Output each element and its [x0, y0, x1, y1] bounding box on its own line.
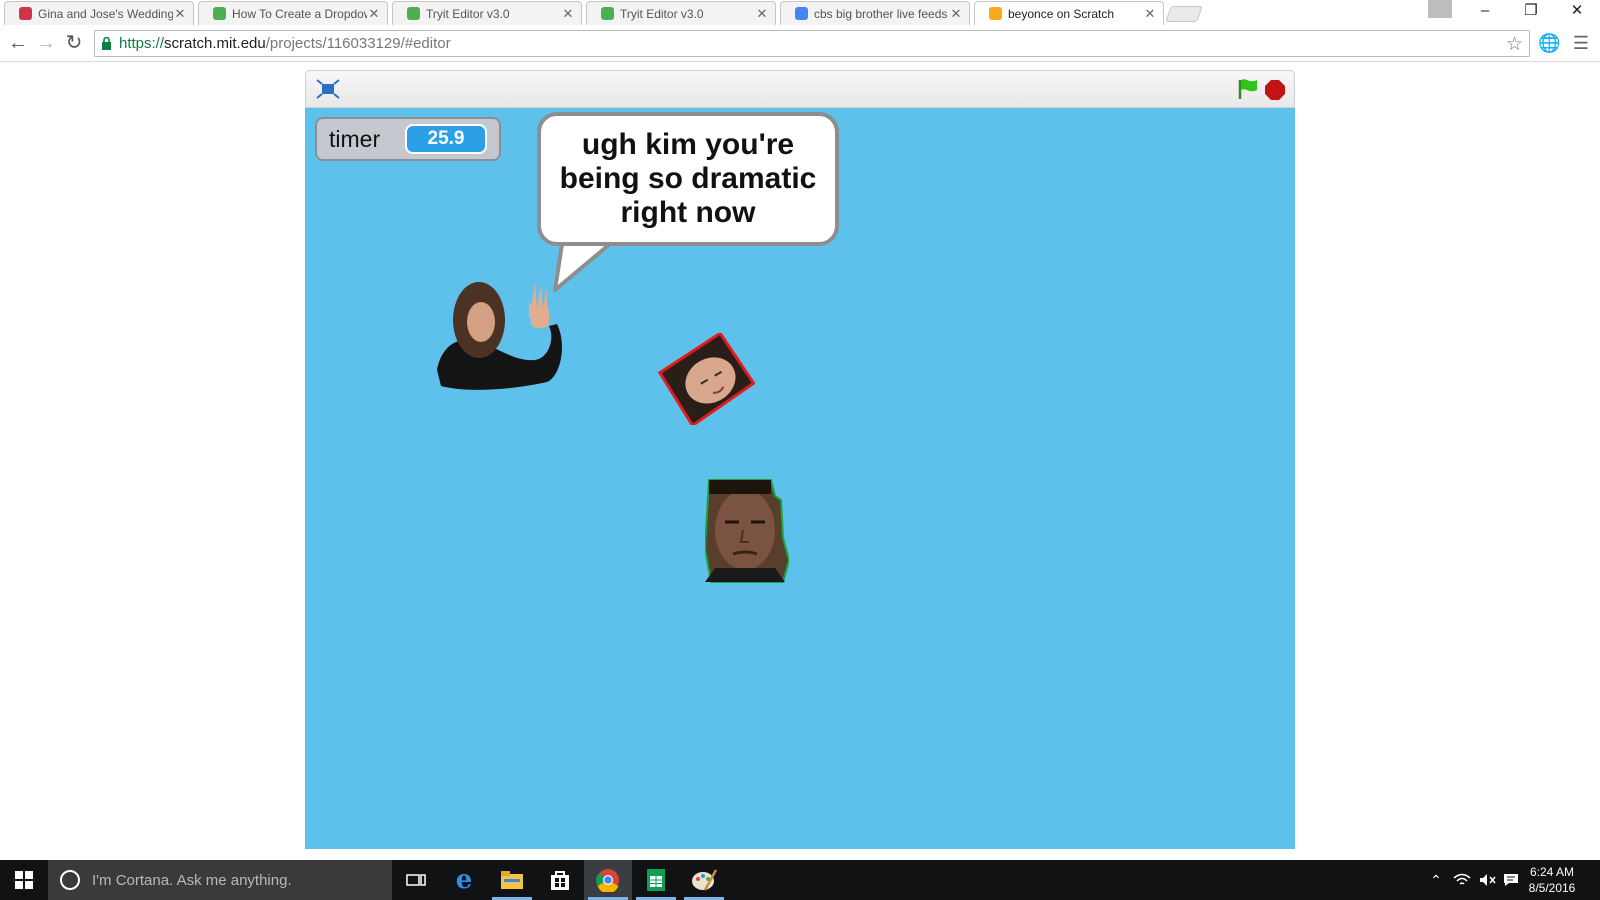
w3-icon	[213, 7, 226, 20]
minimize-button[interactable]: –	[1462, 0, 1508, 24]
browser-toolbar: ← → ↻ https://scratch.mit.edu/projects/1…	[0, 26, 1600, 62]
kanye-head-sprite[interactable]	[705, 478, 789, 584]
browser-tab[interactable]: Tryit Editor v3.0 ✕	[586, 1, 776, 25]
stage[interactable]: timer 25.9 ugh kim you're being so drama…	[305, 108, 1295, 849]
woman-waving-sprite[interactable]	[431, 278, 563, 396]
tab-title: beyonce on Scratch	[1008, 6, 1115, 21]
lock-icon	[102, 37, 111, 50]
monitor-label: timer	[329, 125, 381, 152]
forward-button[interactable]: →	[34, 32, 58, 56]
heart-icon	[19, 7, 32, 20]
variable-monitor: timer 25.9	[315, 117, 501, 161]
cortana-search-box[interactable]: I'm Cortana. Ask me anything.	[48, 860, 392, 900]
speech-bubble: ugh kim you're being so dramatic right n…	[537, 112, 839, 246]
clock-time: 6:24 AM	[1529, 865, 1575, 879]
wifi-icon[interactable]	[1450, 860, 1474, 900]
new-tab-button[interactable]	[1165, 6, 1203, 22]
store-icon[interactable]	[536, 860, 584, 900]
back-button[interactable]: ←	[6, 32, 30, 56]
profile-icon[interactable]	[1428, 0, 1452, 18]
tab-title: Gina and Jose's Wedding!	[38, 6, 173, 21]
sheets-icon[interactable]	[632, 860, 680, 900]
extension-globe-icon[interactable]: 🌐	[1538, 32, 1560, 54]
tab-title: Tryit Editor v3.0	[426, 6, 510, 21]
kim-head-sprite[interactable]	[655, 333, 755, 425]
browser-tab[interactable]: How To Create a Dropdow ✕	[198, 1, 388, 25]
tray-overflow-icon[interactable]: ⌃	[1426, 860, 1446, 900]
close-window-button[interactable]: ✕	[1554, 0, 1600, 24]
w3-icon	[407, 7, 420, 20]
monitor-value: 25.9	[405, 124, 487, 154]
bookmark-star-icon[interactable]: ☆	[1506, 33, 1523, 56]
browser-tab[interactable]: beyonce on Scratch ✕	[974, 1, 1164, 25]
chrome-icon[interactable]	[584, 860, 632, 900]
browser-tab[interactable]: cbs big brother live feeds ✕	[780, 1, 970, 25]
player-controls	[305, 70, 1295, 108]
close-tab-icon[interactable]: ✕	[561, 6, 575, 22]
reload-button[interactable]: ↻	[62, 32, 86, 56]
cortana-placeholder: I'm Cortana. Ask me anything.	[92, 871, 292, 889]
scratch-icon	[989, 7, 1002, 20]
fullscreen-icon[interactable]	[316, 79, 340, 99]
google-icon	[795, 7, 808, 20]
tab-strip: Gina and Jose's Wedding! ✕ How To Create a…	[0, 0, 1600, 26]
taskbar: I'm Cortana. Ask me anything. e ⌃ 6:24 A…	[0, 860, 1600, 900]
file-explorer-icon[interactable]	[488, 860, 536, 900]
restore-button[interactable]: ❐	[1508, 0, 1554, 24]
close-tab-icon[interactable]: ✕	[173, 6, 187, 22]
clock-date: 8/5/2016	[1528, 881, 1576, 895]
close-tab-icon[interactable]: ✕	[755, 6, 769, 22]
volume-muted-icon[interactable]	[1476, 860, 1500, 900]
tab-title: Tryit Editor v3.0	[620, 6, 704, 21]
windows-logo-icon	[15, 871, 33, 889]
paint-icon[interactable]	[680, 860, 728, 900]
system-clock[interactable]: 6:24 AM 8/5/2016	[1512, 864, 1592, 896]
green-flag-icon[interactable]	[1236, 77, 1260, 101]
cortana-ring-icon	[60, 870, 80, 890]
close-tab-icon[interactable]: ✕	[949, 6, 963, 22]
task-view-icon[interactable]	[392, 860, 440, 900]
tab-title: cbs big brother live feeds	[814, 6, 948, 21]
browser-tab[interactable]: Tryit Editor v3.0 ✕	[392, 1, 582, 25]
speech-bubble-text: ugh kim you're being so dramatic right n…	[559, 128, 817, 229]
edge-icon[interactable]: e	[440, 860, 488, 900]
start-button[interactable]	[0, 860, 48, 900]
tab-title: How To Create a Dropdow	[232, 6, 367, 21]
browser-tab[interactable]: Gina and Jose's Wedding! ✕	[4, 1, 194, 25]
menu-icon[interactable]: ☰	[1570, 32, 1592, 54]
stop-icon[interactable]	[1264, 79, 1286, 101]
close-tab-icon[interactable]: ✕	[367, 6, 381, 22]
close-tab-icon[interactable]: ✕	[1143, 6, 1157, 22]
w3-icon	[601, 7, 614, 20]
url-text: https://scratch.mit.edu/projects/1160331…	[119, 35, 451, 52]
address-bar[interactable]: https://scratch.mit.edu/projects/1160331…	[94, 30, 1530, 57]
